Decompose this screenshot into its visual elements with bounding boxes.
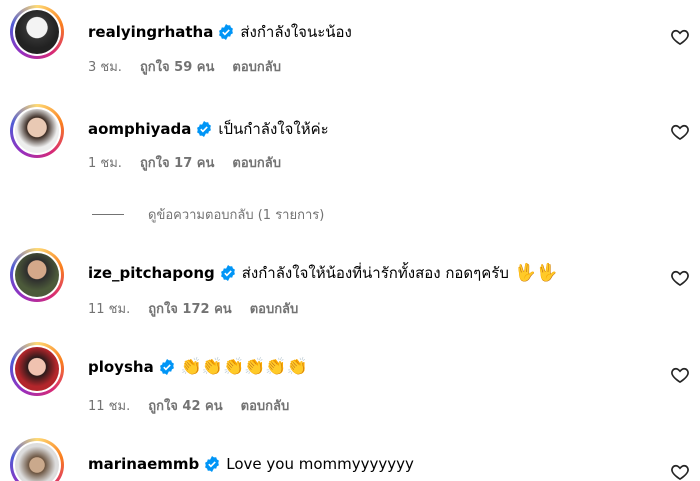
comment-time: 11 ชม. — [88, 302, 131, 317]
comment-text: ส่งกำลังใจนะน้อง — [240, 23, 352, 41]
reply-button[interactable]: ตอบกลับ — [232, 56, 281, 77]
avatar[interactable] — [10, 248, 64, 302]
comment-time: 3 ชม. — [88, 60, 122, 75]
verified-badge-icon — [197, 121, 212, 137]
verified-badge-icon — [220, 265, 235, 281]
like-heart-icon[interactable] — [670, 27, 690, 47]
comment-username[interactable]: marinaemmb — [88, 455, 199, 473]
comment-likes[interactable]: ถูกใจ 17 คน — [140, 152, 214, 173]
avatar[interactable] — [10, 342, 64, 396]
like-heart-icon[interactable] — [670, 268, 690, 288]
comment-username[interactable]: realyingrhatha — [88, 23, 213, 41]
comment-likes[interactable]: ถูกใจ 42 คน — [148, 395, 222, 416]
avatar[interactable] — [10, 104, 64, 158]
comment-username[interactable]: ploysha — [88, 358, 154, 376]
replies-divider — [92, 214, 124, 215]
avatar[interactable] — [10, 5, 64, 59]
avatar[interactable] — [10, 438, 64, 481]
comments-list: realyingrhatha ส่งกำลังใจนะน้อง 3 ชม. ถู… — [0, 0, 700, 481]
comment-time: 11 ชม. — [88, 399, 131, 414]
like-heart-icon[interactable] — [670, 122, 690, 142]
reply-button[interactable]: ตอบกลับ — [250, 298, 299, 319]
verified-badge-icon — [159, 359, 174, 375]
comment-emoji: 🖖🖖 — [514, 262, 558, 283]
comment-likes[interactable]: ถูกใจ 172 คน — [148, 298, 231, 319]
view-replies-button[interactable]: ดูข้อความตอบกลับ (1 รายการ) — [92, 204, 324, 225]
view-replies-label: ดูข้อความตอบกลับ (1 รายการ) — [148, 208, 325, 223]
comment-emoji: 👏👏👏👏👏👏 — [180, 356, 308, 377]
comment-text: ส่งกำลังใจให้น้องที่น่ารักทั้งสอง กอดๆคร… — [241, 264, 509, 282]
verified-badge-icon — [205, 456, 220, 472]
comment-time: 1 ชม. — [88, 156, 122, 171]
comment-text: Love you mommyyyyyyy — [226, 455, 414, 473]
comment-text: เป็นกำลังใจให้ค่ะ — [218, 120, 329, 138]
comment-username[interactable]: ize_pitchapong — [88, 264, 215, 282]
reply-button[interactable]: ตอบกลับ — [241, 395, 290, 416]
like-heart-icon[interactable] — [670, 365, 690, 385]
like-heart-icon[interactable] — [670, 462, 690, 481]
comment-likes[interactable]: ถูกใจ 59 คน — [140, 56, 214, 77]
comment-username[interactable]: aomphiyada — [88, 120, 191, 138]
reply-button[interactable]: ตอบกลับ — [232, 152, 281, 173]
verified-badge-icon — [219, 24, 234, 40]
